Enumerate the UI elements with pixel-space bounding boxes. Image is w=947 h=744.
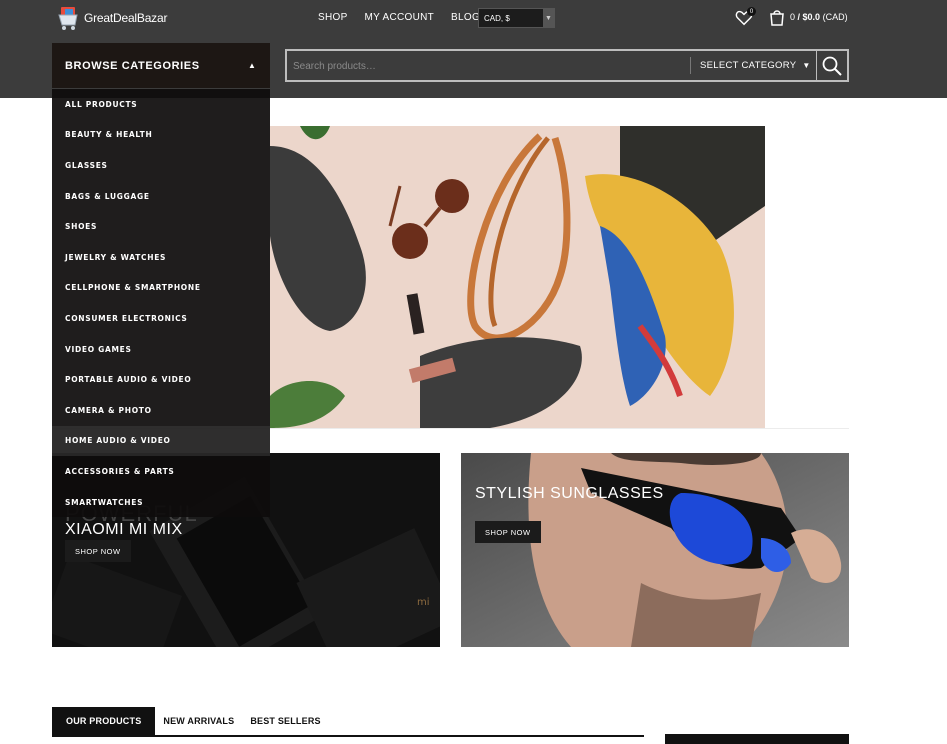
top-navigation: SHOP MY ACCOUNT BLOG bbox=[318, 12, 497, 23]
category-jewelry-watches[interactable]: JEWELRY & WATCHES bbox=[52, 242, 270, 273]
promo-sunglasses-image bbox=[461, 453, 849, 647]
wishlist-count-badge: 0 bbox=[747, 7, 756, 16]
chevron-up-icon: ▲ bbox=[248, 61, 256, 70]
category-beauty-health[interactable]: BEAUTY & HEALTH bbox=[52, 120, 270, 151]
shopping-bag-icon[interactable] bbox=[769, 8, 785, 26]
nav-blog[interactable]: BLOG bbox=[451, 12, 480, 23]
categories-menu: ALL PRODUCTS BEAUTY & HEALTH GLASSES BAG… bbox=[52, 89, 270, 517]
cart-total: $0.0 bbox=[802, 12, 821, 22]
promo-xiaomi-shop-now-button[interactable]: SHOP NOW bbox=[65, 540, 131, 562]
browse-categories-title: BROWSE CATEGORIES bbox=[65, 59, 200, 72]
category-cellphone-smartphone[interactable]: CELLPHONE & SMARTPHONE bbox=[52, 273, 270, 304]
tab-best-sellers[interactable]: BEST SELLERS bbox=[242, 707, 328, 735]
currency-select[interactable]: CAD, $ ▼ bbox=[478, 8, 555, 28]
product-tabs: OUR PRODUCTS NEW ARRIVALS BEST SELLERS bbox=[52, 707, 644, 737]
category-shoes[interactable]: SHOES bbox=[52, 211, 270, 242]
hero-banner[interactable] bbox=[270, 126, 765, 428]
cart-count: 0 bbox=[790, 12, 796, 22]
category-video-games[interactable]: VIDEO GAMES bbox=[52, 334, 270, 365]
sidebar-widget-header bbox=[665, 734, 849, 744]
nav-my-account[interactable]: MY ACCOUNT bbox=[365, 12, 435, 23]
tab-our-products[interactable]: OUR PRODUCTS bbox=[52, 707, 156, 735]
category-camera-photo[interactable]: CAMERA & PHOTO bbox=[52, 395, 270, 426]
currency-value: CAD, $ bbox=[484, 13, 510, 23]
category-home-audio-video[interactable]: HOME AUDIO & VIDEO bbox=[52, 425, 270, 457]
category-glasses[interactable]: GLASSES bbox=[52, 150, 270, 181]
logo-text: GreatDealBazar bbox=[84, 11, 168, 25]
search-bar: SELECT CATEGORY ▼ bbox=[285, 49, 849, 82]
category-accessories-parts[interactable]: ACCESSORIES & PARTS bbox=[52, 456, 270, 487]
category-select-label: SELECT CATEGORY bbox=[700, 60, 797, 71]
promo-sunglasses-title: STYLISH SUNGLASSES bbox=[475, 485, 664, 502]
cart-currency: (CAD) bbox=[822, 12, 848, 22]
category-consumer-electronics[interactable]: CONSUMER ELECTRONICS bbox=[52, 303, 270, 334]
chevron-down-icon: ▼ bbox=[543, 9, 554, 27]
category-select[interactable]: SELECT CATEGORY ▼ bbox=[700, 60, 811, 71]
svg-text:mi: mi bbox=[417, 597, 430, 608]
cart-summary[interactable]: 0 / $0.0 (CAD) bbox=[790, 12, 848, 22]
category-smartwatches[interactable]: SMARTWATCHES bbox=[52, 487, 270, 518]
category-all-products[interactable]: ALL PRODUCTS bbox=[52, 89, 270, 120]
shopping-cart-logo-icon bbox=[58, 7, 78, 30]
caret-down-icon: ▼ bbox=[802, 61, 811, 70]
promo-sunglasses[interactable]: STYLISH SUNGLASSES SHOP NOW bbox=[461, 453, 849, 647]
search-icon[interactable] bbox=[821, 55, 843, 77]
tab-new-arrivals[interactable]: NEW ARRIVALS bbox=[155, 707, 242, 735]
nav-shop[interactable]: SHOP bbox=[318, 12, 348, 23]
promo-sunglasses-shop-now-button[interactable]: SHOP NOW bbox=[475, 521, 541, 543]
search-button-divider bbox=[816, 51, 817, 80]
category-bags-luggage[interactable]: BAGS & LUGGAGE bbox=[52, 181, 270, 212]
search-input[interactable] bbox=[293, 58, 683, 74]
hero-image bbox=[270, 126, 765, 428]
site-logo[interactable]: GreatDealBazar bbox=[57, 4, 167, 32]
category-portable-audio-video[interactable]: PORTABLE AUDIO & VIDEO bbox=[52, 364, 270, 395]
promo-xiaomi-title-main: XIAOMI MI MIX bbox=[65, 521, 183, 538]
search-divider bbox=[690, 57, 691, 74]
browse-categories-toggle[interactable]: BROWSE CATEGORIES ▲ bbox=[52, 43, 270, 88]
